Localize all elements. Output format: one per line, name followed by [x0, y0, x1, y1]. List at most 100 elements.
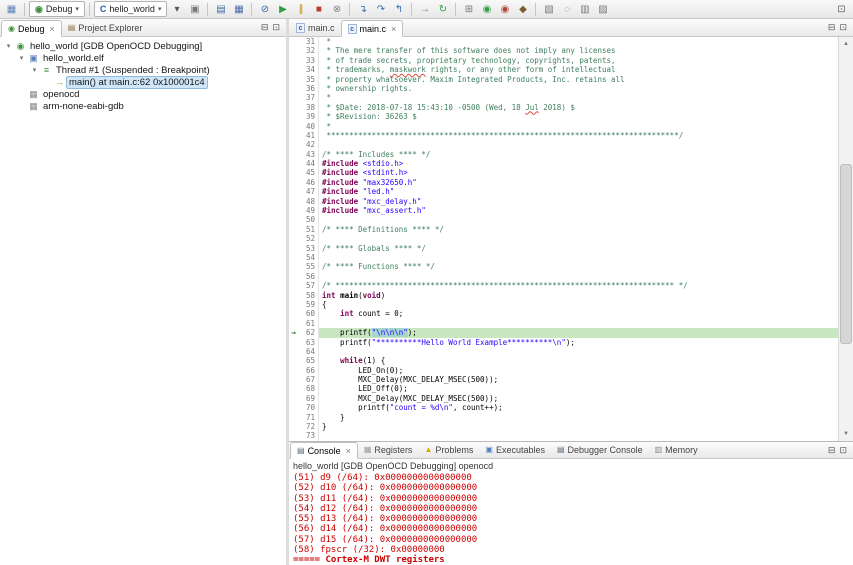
line-number[interactable]: 67	[298, 375, 319, 384]
line-number[interactable]: 41	[298, 131, 319, 140]
code-line[interactable]: 35 * property whatsoever. Maxim Integrat…	[289, 75, 838, 84]
breakpoint-ruler-cell[interactable]	[289, 206, 298, 215]
code-line[interactable]: 33 * of trade secrets, proprietary techn…	[289, 56, 838, 65]
breakpoint-ruler-cell[interactable]	[289, 366, 298, 375]
breakpoint-ruler-cell[interactable]	[289, 56, 298, 65]
perspective-restore-icon[interactable]: ⊡	[833, 1, 850, 17]
line-number[interactable]: 61	[298, 319, 319, 328]
line-number[interactable]: 38	[298, 103, 319, 112]
restart-icon[interactable]: ↻	[434, 1, 451, 17]
line-number[interactable]: 70	[298, 403, 319, 412]
code-text[interactable]: #include "max32650.h"	[319, 178, 838, 187]
code-line[interactable]: 45#include <stdint.h>	[289, 168, 838, 177]
breakpoint-ruler-cell[interactable]	[289, 159, 298, 168]
run-icon[interactable]: ◉	[478, 1, 495, 17]
code-text[interactable]: LED_On(0);	[319, 366, 838, 375]
code-line[interactable]: 34 * trademarks, maskwork rights, or any…	[289, 65, 838, 74]
line-number[interactable]: 58	[298, 291, 319, 300]
tab-debugger-console[interactable]: ▤Debugger Console	[551, 441, 649, 458]
code-text[interactable]: *	[319, 122, 838, 131]
new-console-view-icon[interactable]: ⊞	[460, 1, 477, 17]
line-number[interactable]: 40	[298, 122, 319, 131]
code-line[interactable]: 52	[289, 234, 838, 243]
profile-icon[interactable]: ◉	[496, 1, 513, 17]
code-text[interactable]: * property whatsoever. Maxim Integrated …	[319, 75, 838, 84]
code-line[interactable]: 63 printf("**********Hello World Example…	[289, 338, 838, 347]
tree-item[interactable]: →main() at main.c:62 0x100001c4	[0, 76, 286, 88]
line-number[interactable]: 65	[298, 356, 319, 365]
code-text[interactable]: * $Revision: 36263 $	[319, 112, 838, 121]
breakpoint-ruler-cell[interactable]: →	[289, 328, 298, 337]
close-icon[interactable]: ×	[50, 24, 55, 34]
code-line[interactable]: 70 printf("count = %d\n", count++);	[289, 403, 838, 412]
suspend-icon[interactable]: ∥	[292, 1, 309, 17]
code-text[interactable]	[319, 253, 838, 262]
tab-problems[interactable]: ▲Problems	[418, 441, 479, 458]
step-into-icon[interactable]: ↴	[354, 1, 371, 17]
code-text[interactable]: #include "led.h"	[319, 187, 838, 196]
code-line[interactable]: 67 MXC_Delay(MXC_DELAY_MSEC(500));	[289, 375, 838, 384]
code-line[interactable]: 43/* **** Includes **** */	[289, 150, 838, 159]
breakpoint-ruler-cell[interactable]	[289, 375, 298, 384]
line-number[interactable]: 68	[298, 384, 319, 393]
code-text[interactable]: MXC_Delay(MXC_DELAY_MSEC(500));	[319, 394, 838, 403]
breakpoint-ruler-cell[interactable]	[289, 168, 298, 177]
debug-tree[interactable]: ▾◉hello_world [GDB OpenOCD Debugging]▾▣h…	[0, 37, 286, 565]
tab-main-c[interactable]: cmain.c×	[341, 20, 404, 37]
line-number[interactable]: 31	[298, 37, 319, 46]
breakpoint-ruler-cell[interactable]	[289, 422, 298, 431]
code-line[interactable]: 72}	[289, 422, 838, 431]
line-number[interactable]: 64	[298, 347, 319, 356]
step-over-icon[interactable]: ↷	[372, 1, 389, 17]
breakpoint-ruler-cell[interactable]	[289, 150, 298, 159]
minimize-icon[interactable]: ⊟	[828, 22, 836, 33]
breakpoint-ruler-cell[interactable]	[289, 356, 298, 365]
breakpoint-ruler-cell[interactable]	[289, 46, 298, 55]
code-line[interactable]: 46#include "max32650.h"	[289, 178, 838, 187]
line-number[interactable]: 60	[298, 309, 319, 318]
line-number[interactable]: 63	[298, 338, 319, 347]
code-text[interactable]: #include "mxc_assert.h"	[319, 206, 838, 215]
tab-project-explorer[interactable]: ▤Project Explorer	[62, 19, 149, 36]
save-all-icon[interactable]: ▦	[230, 1, 247, 17]
terminate-icon[interactable]: ■	[310, 1, 327, 17]
code-line[interactable]: 49#include "mxc_assert.h"	[289, 206, 838, 215]
minimize-icon[interactable]: ⊟	[261, 22, 269, 33]
code-text[interactable]: #include "mxc_delay.h"	[319, 197, 838, 206]
code-text[interactable]: int main(void)	[319, 291, 838, 300]
code-text[interactable]: MXC_Delay(MXC_DELAY_MSEC(500));	[319, 375, 838, 384]
breakpoint-ruler-cell[interactable]	[289, 281, 298, 290]
code-text[interactable]: #include <stdio.h>	[319, 159, 838, 168]
line-number[interactable]: 32	[298, 46, 319, 55]
scroll-up-button[interactable]: ▲	[839, 37, 853, 51]
line-number[interactable]: 51	[298, 225, 319, 234]
tree-item[interactable]: ▾▣hello_world.elf	[0, 52, 286, 64]
code-line[interactable]: 42	[289, 140, 838, 149]
code-line[interactable]: 66 LED_On(0);	[289, 366, 838, 375]
tab-executables[interactable]: ▣Executables	[479, 441, 551, 458]
code-line[interactable]: 50	[289, 215, 838, 224]
perspective-combo[interactable]: ◉Debug▾	[29, 1, 85, 17]
breakpoint-ruler-cell[interactable]	[289, 112, 298, 121]
code-line[interactable]: 39 * $Revision: 36263 $	[289, 112, 838, 121]
code-text[interactable]: * of trade secrets, proprietary technolo…	[319, 56, 838, 65]
breakpoint-ruler-cell[interactable]	[289, 93, 298, 102]
code-line[interactable]: 61	[289, 319, 838, 328]
breakpoint-ruler-cell[interactable]	[289, 262, 298, 271]
line-number[interactable]: 37	[298, 93, 319, 102]
maximize-icon[interactable]: ⊡	[839, 445, 847, 456]
save-icon[interactable]: ▤	[212, 1, 229, 17]
line-number[interactable]: 42	[298, 140, 319, 149]
breakpoint-ruler-cell[interactable]	[289, 319, 298, 328]
code-line[interactable]: 47#include "led.h"	[289, 187, 838, 196]
scrollbar-track[interactable]	[839, 51, 853, 427]
line-number[interactable]: 35	[298, 75, 319, 84]
code-text[interactable]	[319, 215, 838, 224]
line-number[interactable]: 72	[298, 422, 319, 431]
breakpoint-ruler-cell[interactable]	[289, 225, 298, 234]
breakpoint-ruler-cell[interactable]	[289, 338, 298, 347]
step-return-icon[interactable]: ↰	[390, 1, 407, 17]
code-line[interactable]: 56	[289, 272, 838, 281]
code-text[interactable]: /* **** Functions **** */	[319, 262, 838, 271]
launch-history-icon[interactable]: ▾	[168, 1, 185, 17]
